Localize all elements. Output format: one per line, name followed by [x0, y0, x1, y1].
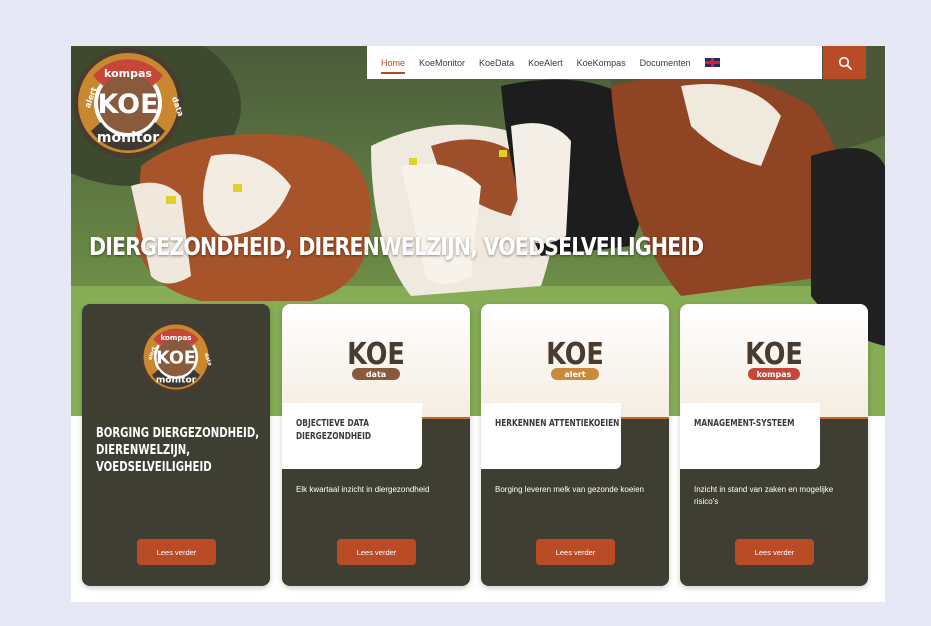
nav-documenten[interactable]: Documenten	[640, 58, 691, 68]
emblem-kompas-text: kompas	[160, 333, 191, 342]
card-koedata-tab-text: OBJECTIEVE DATA DIERGEZONDHEID	[296, 418, 372, 442]
card-koedata-tab: OBJECTIEVE DATA DIERGEZONDHEID	[282, 403, 422, 469]
top-navigation: Home KoeMonitor KoeData KoeAlert KoeKomp…	[367, 46, 822, 79]
emblem-monitor-text: monitor	[156, 375, 197, 385]
card-koemonitor: KOE kompas monitor alert data BORGING DI…	[82, 304, 270, 586]
website-screenshot: KOE kompas monitor alert data DIERGEZOND…	[71, 46, 885, 602]
card-koekompas-tab: MANAGEMENT-SYSTEEM	[680, 403, 820, 469]
logo-koe-text: KOE	[97, 89, 158, 120]
card-koealert-tab: HERKENNEN ATTENTIEKOEIEN	[481, 403, 621, 469]
logo-kompas-text: kompas	[104, 67, 152, 80]
hero-headline: DIERGEZONDHEID, DIERENWELZIJN, VOEDSELVE…	[89, 232, 704, 261]
card-koekompas: KOE kompas MANAGEMENT-SYSTEEM Inzicht in…	[680, 304, 868, 586]
koedata-logo: KOE data	[347, 336, 405, 380]
card-koealert-read-more-button[interactable]: Lees verder	[536, 539, 615, 565]
uk-flag-icon[interactable]	[704, 58, 720, 67]
card-koedata-description: Elk kwartaal inzicht in diergezondheid	[296, 485, 430, 494]
nav-koemonitor[interactable]: KoeMonitor	[419, 58, 465, 68]
search-button[interactable]	[823, 46, 866, 79]
koedata-brand-text: KOE	[347, 336, 405, 372]
search-icon	[838, 56, 852, 70]
card-koealert: KOE alert HERKENNEN ATTENTIEKOEIEN Borgi…	[481, 304, 669, 586]
card-koekompas-tab-text: MANAGEMENT-SYSTEEM	[694, 418, 795, 429]
koekompas-logo: KOE kompas	[745, 336, 803, 380]
card-koemonitor-read-more-button[interactable]: Lees verder	[137, 539, 216, 565]
card-koealert-tab-text: HERKENNEN ATTENTIEKOEIEN	[495, 418, 620, 429]
card-koedata: KOE data OBJECTIEVE DATA DIERGEZONDHEID …	[282, 304, 470, 586]
koealert-badge-text: alert	[564, 370, 586, 379]
koekompas-badge-text: kompas	[757, 370, 792, 379]
nav-koedata[interactable]: KoeData	[479, 58, 514, 68]
koealert-brand-text: KOE	[546, 336, 604, 372]
emblem-koe-text: KOE	[156, 348, 196, 368]
nav-koealert[interactable]: KoeAlert	[528, 58, 563, 68]
koemonitor-logo[interactable]: KOE kompas monitor alert data	[71, 46, 185, 160]
card-koekompas-read-more-button[interactable]: Lees verder	[735, 539, 814, 565]
card-koemonitor-title: BORGING DIERGEZONDHEID, DIERENWELZIJN, V…	[96, 426, 260, 475]
nav-home[interactable]: Home	[381, 58, 406, 74]
koedata-badge-text: data	[366, 370, 386, 379]
koealert-logo: KOE alert	[546, 336, 604, 380]
card-koekompas-description: Inzicht in stand van zaken en mogelijke …	[694, 485, 834, 506]
nav-koekompas[interactable]: KoeKompas	[577, 58, 626, 68]
logo-monitor-text: monitor	[97, 130, 159, 146]
card-koemonitor-emblem: KOE kompas monitor alert data	[140, 321, 213, 393]
card-koealert-description: Borging leveren melk van gezonde koeien	[495, 485, 644, 494]
card-koedata-read-more-button[interactable]: Lees verder	[337, 539, 416, 565]
koekompas-brand-text: KOE	[745, 336, 803, 372]
